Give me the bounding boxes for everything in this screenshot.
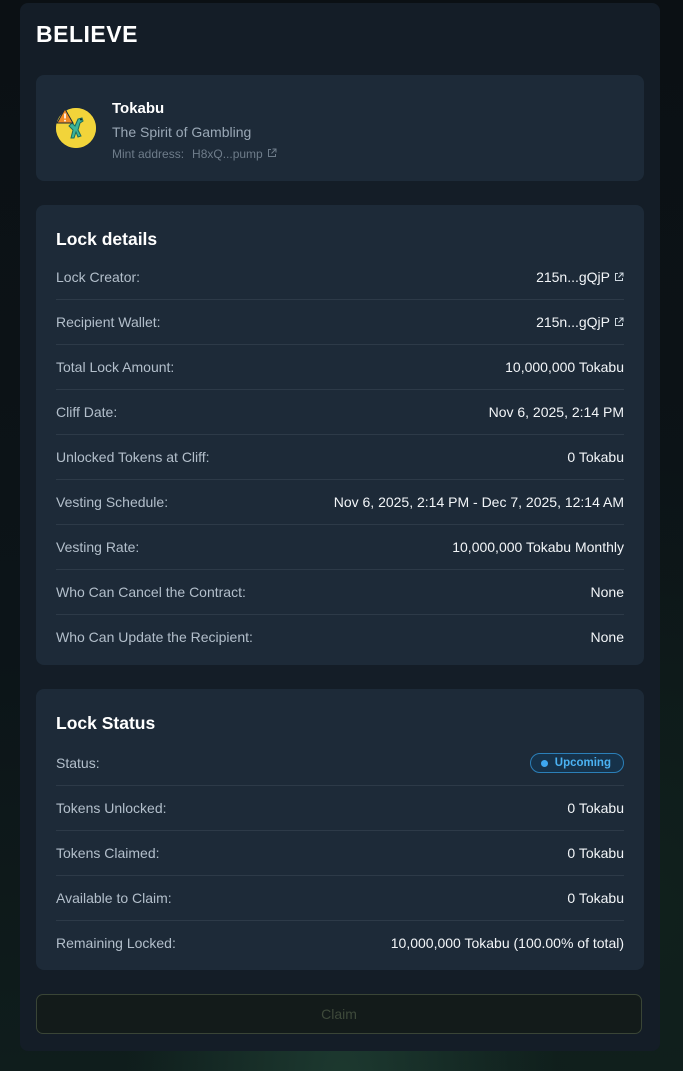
brand-logo[interactable]: BELIEVE bbox=[36, 21, 138, 48]
status-row-value: 10,000,000 Tokabu (100.00% of total) bbox=[390, 935, 624, 951]
detail-value[interactable]: 215n...gQjP bbox=[536, 314, 610, 330]
detail-label: Total Lock Amount: bbox=[56, 359, 175, 375]
claim-button[interactable]: Claim bbox=[36, 994, 642, 1034]
token-description: The Spirit of Gambling bbox=[112, 124, 252, 140]
detail-row-vesting-schedule: Vesting Schedule: Nov 6, 2025, 2:14 PM -… bbox=[56, 480, 624, 525]
detail-row-unlocked-at-cliff: Unlocked Tokens at Cliff: 0 Tokabu bbox=[56, 435, 624, 480]
detail-row-recipient-wallet: Recipient Wallet: 215n...gQjP bbox=[56, 300, 624, 345]
detail-value: Nov 6, 2025, 2:14 PM bbox=[488, 404, 624, 420]
detail-label: Vesting Rate: bbox=[56, 539, 140, 555]
detail-row-who-can-cancel: Who Can Cancel the Contract: None bbox=[56, 570, 624, 615]
lock-details-card: Lock details Lock Creator: 215n...gQjP R… bbox=[36, 205, 644, 665]
status-row-value: 0 Tokabu bbox=[567, 845, 624, 861]
lock-panel: BELIEVE Tokabu The Spirit of Gambling Mi… bbox=[20, 3, 660, 1051]
status-badge-text: Upcoming bbox=[554, 757, 611, 769]
status-row-value: 0 Tokabu bbox=[567, 800, 624, 816]
detail-value: Nov 6, 2025, 2:14 PM - Dec 7, 2025, 12:1… bbox=[333, 494, 624, 510]
status-row-label: Tokens Unlocked: bbox=[56, 800, 167, 816]
status-row: Status: Upcoming bbox=[56, 741, 624, 786]
detail-row-total-lock-amount: Total Lock Amount: 10,000,000 Tokabu bbox=[56, 345, 624, 390]
lock-creator-link[interactable]: 215n...gQjP bbox=[536, 269, 624, 285]
status-row-tokens-claimed: Tokens Claimed: 0 Tokabu bbox=[56, 831, 624, 876]
detail-value[interactable]: 215n...gQjP bbox=[536, 269, 610, 285]
detail-value: None bbox=[590, 584, 624, 600]
detail-value: 10,000,000 Tokabu Monthly bbox=[452, 539, 624, 555]
detail-label: Who Can Update the Recipient: bbox=[56, 629, 253, 645]
status-row-tokens-unlocked: Tokens Unlocked: 0 Tokabu bbox=[56, 786, 624, 831]
lock-details-list: Lock Creator: 215n...gQjP Recipient Wall… bbox=[56, 255, 624, 659]
external-link-icon[interactable] bbox=[267, 147, 277, 161]
lock-status-card: Lock Status Status: Upcoming Tokens Unlo… bbox=[36, 689, 644, 970]
status-badge: Upcoming bbox=[529, 753, 624, 773]
detail-row-vesting-rate: Vesting Rate: 10,000,000 Tokabu Monthly bbox=[56, 525, 624, 570]
detail-label: Unlocked Tokens at Cliff: bbox=[56, 449, 210, 465]
detail-label: Lock Creator: bbox=[56, 269, 141, 285]
token-avatar bbox=[56, 108, 96, 148]
detail-value: 10,000,000 Tokabu bbox=[505, 359, 624, 375]
mint-address-row: Mint address: H8xQ...pump bbox=[112, 147, 277, 161]
warning-triangle-icon bbox=[56, 108, 74, 124]
detail-row-cliff-date: Cliff Date: Nov 6, 2025, 2:14 PM bbox=[56, 390, 624, 435]
status-row-label: Remaining Locked: bbox=[56, 935, 176, 951]
detail-row-lock-creator: Lock Creator: 215n...gQjP bbox=[56, 255, 624, 300]
token-name: Tokabu bbox=[112, 100, 165, 117]
detail-label: Vesting Schedule: bbox=[56, 494, 169, 510]
status-dot-icon bbox=[540, 759, 548, 767]
detail-label: Who Can Cancel the Contract: bbox=[56, 584, 246, 600]
token-card: Tokabu The Spirit of Gambling Mint addre… bbox=[36, 75, 644, 181]
status-row-label: Available to Claim: bbox=[56, 890, 172, 906]
status-row-remaining-locked: Remaining Locked: 10,000,000 Tokabu (100… bbox=[56, 921, 624, 965]
detail-value: None bbox=[590, 629, 624, 645]
external-link-icon[interactable] bbox=[614, 314, 624, 330]
recipient-wallet-link[interactable]: 215n...gQjP bbox=[536, 314, 624, 330]
status-row-available-to-claim: Available to Claim: 0 Tokabu bbox=[56, 876, 624, 921]
status-row-value: 0 Tokabu bbox=[567, 890, 624, 906]
lock-status-list: Status: Upcoming Tokens Unlocked: 0 Toka… bbox=[56, 741, 624, 965]
lock-status-title: Lock Status bbox=[56, 713, 156, 733]
detail-label: Recipient Wallet: bbox=[56, 314, 161, 330]
external-link-icon[interactable] bbox=[614, 269, 624, 285]
status-label: Status: bbox=[56, 755, 100, 771]
detail-row-who-can-update: Who Can Update the Recipient: None bbox=[56, 615, 624, 659]
detail-label: Cliff Date: bbox=[56, 404, 118, 420]
mint-address-label: Mint address: bbox=[112, 147, 185, 161]
lock-details-title: Lock details bbox=[56, 229, 158, 249]
status-row-label: Tokens Claimed: bbox=[56, 845, 160, 861]
detail-value: 0 Tokabu bbox=[567, 449, 624, 465]
mint-address-link[interactable]: H8xQ...pump bbox=[192, 147, 263, 161]
